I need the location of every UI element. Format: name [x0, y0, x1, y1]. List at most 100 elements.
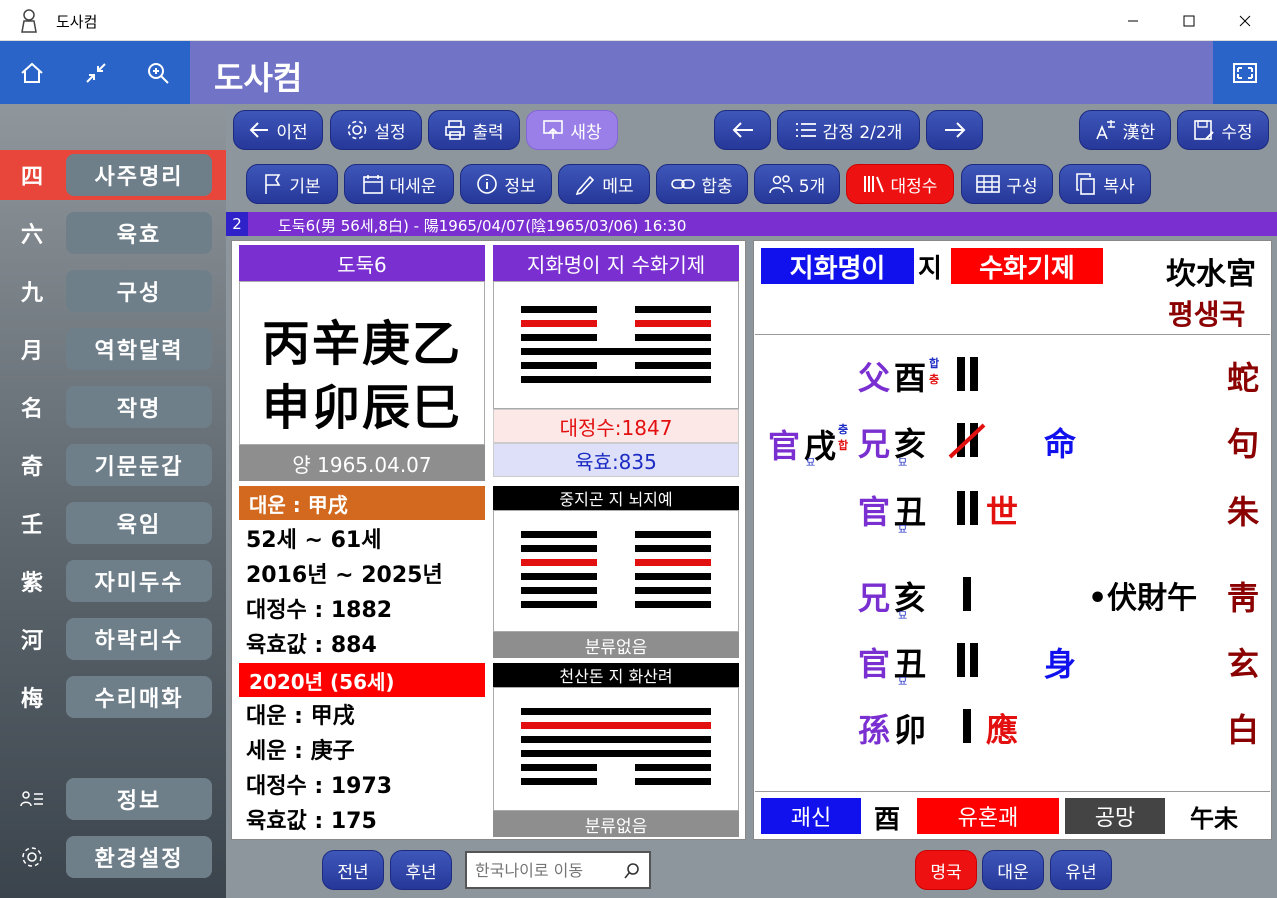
daeun-header: 대운 : 甲戌 [239, 486, 485, 520]
gua1-lines [493, 281, 739, 409]
app-header: 도사컴 [0, 41, 1277, 104]
zoom-button[interactable] [142, 57, 174, 89]
close-icon [1239, 15, 1251, 26]
settings-button[interactable]: 설정 [330, 110, 422, 150]
sidebar-item-saju[interactable]: 四 사주명리 [0, 150, 226, 200]
tab-copy[interactable]: 복사 [1059, 164, 1151, 204]
window-title: 도사컴 [56, 13, 98, 31]
palace: 坎水宮 [1166, 257, 1256, 292]
sidebar-settings-icon-wrap [0, 832, 64, 882]
tab-memo[interactable]: 메모 [558, 164, 650, 204]
tab-five[interactable]: 5개 [754, 164, 840, 204]
edit-button[interactable]: 수정 [1177, 110, 1269, 150]
gua3-title: 천산돈 지 화산려 [493, 663, 739, 687]
people-icon [769, 175, 793, 194]
sub-mark: 묘 [898, 525, 908, 536]
age-search-box[interactable] [465, 851, 651, 889]
next-year-button[interactable]: 후년 [390, 850, 452, 890]
sidebar-label: 수리매화 [66, 676, 212, 718]
yang-line [963, 577, 971, 611]
mark-top: 합 [929, 357, 940, 370]
collapse-button[interactable] [80, 57, 112, 89]
sidebar-item-yukhyo[interactable]: 六 육효 [0, 208, 226, 258]
sidebar-info-icon-wrap [0, 774, 64, 824]
myeong-button[interactable]: 명국 [915, 850, 977, 890]
daeun-line: 육효값 : 884 [246, 633, 377, 658]
prev-button[interactable]: 이전 [233, 110, 323, 150]
sidebar-item-info[interactable]: 정보 [0, 774, 226, 824]
tab-daeseun[interactable]: 대세운 [344, 164, 454, 204]
sidebar-label: 역학달력 [66, 328, 212, 370]
sidebar-item-yukim[interactable]: 壬 육임 [0, 498, 226, 548]
minimize-button[interactable] [1110, 0, 1156, 41]
sidebar-item-calendar[interactable]: 月 역학달력 [0, 324, 226, 374]
prev-record-button[interactable] [714, 110, 771, 150]
age-search-input[interactable] [475, 859, 615, 881]
sidebar-item-jami[interactable]: 紫 자미두수 [0, 556, 226, 606]
relation: 父 [858, 359, 891, 397]
new-window-button[interactable]: 새창 [526, 110, 618, 150]
sidebar-item-maehwa[interactable]: 梅 수리매화 [0, 672, 226, 722]
year-line: 대운 : 甲戌 [246, 704, 355, 729]
sidebar-hanja: 六 [20, 223, 43, 248]
yunyear-button[interactable]: 유년 [1050, 850, 1112, 890]
close-button[interactable] [1222, 0, 1268, 41]
hexagram-line [521, 722, 711, 729]
new-window-label: 새창 [570, 122, 602, 143]
tab-hapchung[interactable]: 합충 [656, 164, 748, 204]
sidebar-label: 육효 [66, 212, 212, 254]
side-relation: 官 [768, 427, 801, 465]
home-button[interactable] [16, 57, 48, 89]
next-record-button[interactable] [926, 110, 983, 150]
gear-icon [348, 120, 367, 140]
tab-daejeongsu[interactable]: 대정수 [846, 164, 954, 204]
sidebar-hanja: 河 [20, 629, 43, 654]
year-line: 세운 : 庚子 [246, 739, 355, 764]
right-panel: 지화명이 지 수화기제 坎水宮 평생국 官 戌 충 합 묘 父 酉 합 충 蛇 … [753, 240, 1272, 840]
sidebar-hanja: 四 [20, 165, 43, 190]
sidebar-hanja: 紫 [20, 571, 43, 596]
sidebar-item-gimun[interactable]: 奇 기문둔갑 [0, 440, 226, 490]
tab-basic[interactable]: 기본 [246, 164, 338, 204]
info-icon [477, 174, 498, 194]
new-window-icon [543, 120, 564, 139]
daeun-line: 대정수 : 1882 [246, 598, 393, 623]
record-info-text: 도둑6(男 56세,8白) - 陽1965/04/07(陰1965/03/06)… [278, 217, 687, 235]
hexagram-line [521, 320, 597, 327]
gwaesin-value: 酉 [874, 805, 901, 835]
hexagram-line [521, 362, 597, 369]
prev-year-button[interactable]: 전년 [322, 850, 384, 890]
gua2-lines [493, 510, 739, 632]
sidebar-label: 환경설정 [66, 836, 212, 878]
arrow-left-icon [249, 122, 269, 138]
person-name: 도둑6 [239, 245, 485, 281]
daeun-line: 2016년 ~ 2025년 [246, 563, 443, 588]
sidebar-item-gusung[interactable]: 九 구성 [0, 266, 226, 316]
hanja-toggle-button[interactable]: 漢한 [1079, 110, 1171, 150]
search-icon[interactable] [623, 862, 641, 880]
sidebar-label: 육임 [66, 502, 212, 544]
save-edit-icon [1194, 120, 1215, 140]
tab-info[interactable]: 정보 [460, 164, 552, 204]
sub-mark: 묘 [898, 458, 908, 469]
sidebar-item-harak[interactable]: 河 하락리수 [0, 614, 226, 664]
sidebar-label: 정보 [66, 778, 212, 820]
sidebar-item-naming[interactable]: 名 작명 [0, 382, 226, 432]
tab-gusung[interactable]: 구성 [961, 164, 1053, 204]
six-spirit: 蛇 [1227, 359, 1260, 397]
sidebar-hanja: 名 [20, 397, 43, 422]
sidebar-label: 하락리수 [66, 618, 212, 660]
hexagram-line [521, 750, 711, 757]
print-button[interactable]: 출력 [428, 110, 520, 150]
record-counter-button[interactable]: 감정 2/2개 [777, 110, 920, 150]
maximize-button[interactable] [1166, 0, 1212, 41]
tab-hapchung-label: 합충 [701, 176, 733, 197]
gongmang-value: 午未 [1190, 804, 1238, 833]
sidebar-item-settings[interactable]: 환경설정 [0, 832, 226, 882]
fullscreen-button[interactable] [1213, 41, 1277, 104]
minimize-icon [1128, 20, 1138, 21]
hexagram-line [635, 320, 711, 327]
gua2-foot: 분류없음 [493, 632, 739, 658]
app-logo-icon [21, 9, 37, 33]
daeun-button[interactable]: 대운 [982, 850, 1044, 890]
